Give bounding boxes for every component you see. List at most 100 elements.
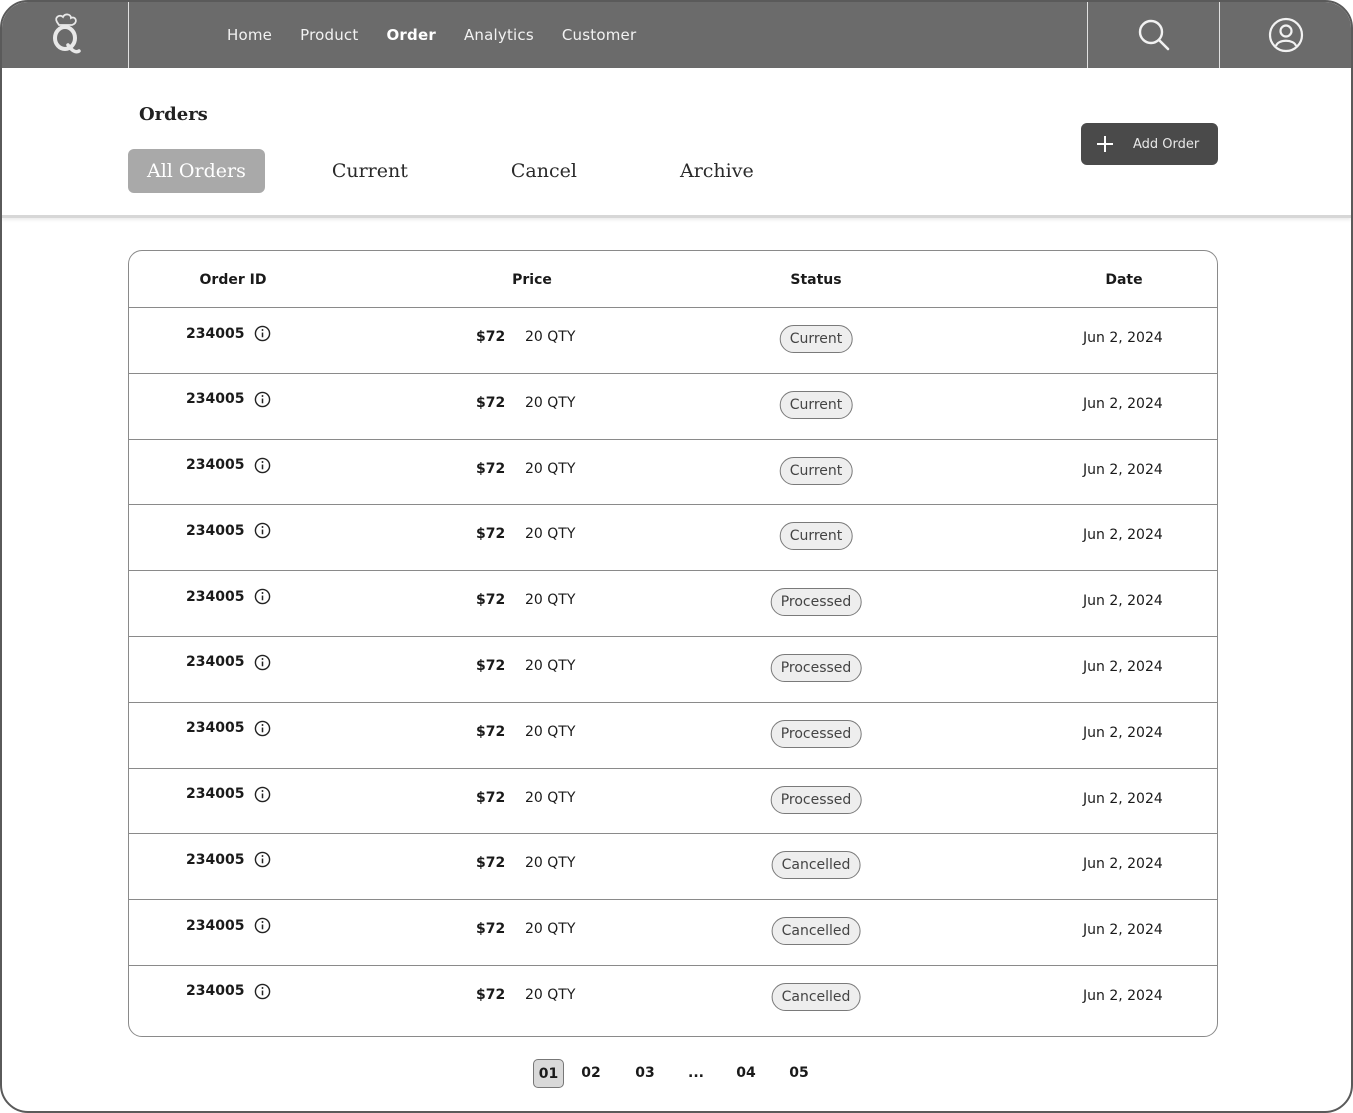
order-id: 234005 [186,391,245,408]
order-date: Jun 2, 2024 [1083,724,1163,741]
status-badge: Processed [770,588,862,617]
order-qty: 20 QTY [525,789,576,806]
table-row[interactable]: 234005 $72 20 QTY Current Jun 2, 2024 [129,374,1217,440]
table-header: Order ID Price Status Date [129,251,1217,308]
orders-table: Order ID Price Status Date 234005 $72 20… [128,250,1218,1037]
order-price: $72 [476,657,506,674]
order-id-cell: 234005 [186,851,271,868]
header-date[interactable]: Date [1105,272,1142,288]
tab-current[interactable]: Current [332,149,408,193]
info-icon[interactable] [254,983,271,1000]
add-order-button[interactable]: Add Order [1081,123,1218,165]
info-icon[interactable] [254,917,271,934]
user-icon [1268,17,1303,53]
tab-cancel[interactable]: Cancel [511,149,577,193]
order-qty: 20 QTY [525,921,576,938]
status-badge: Processed [770,653,862,682]
page-button[interactable]: 04 [720,1059,772,1088]
page-header: Orders All Orders Current Cancel Archive… [2,68,1351,218]
order-date: Jun 2, 2024 [1083,658,1163,675]
order-price: $72 [476,460,506,477]
order-id-cell: 234005 [186,786,271,803]
status-badge: Cancelled [771,982,861,1011]
order-id: 234005 [186,786,245,803]
order-id-cell: 234005 [186,654,271,671]
order-qty: 20 QTY [525,526,576,543]
table-row[interactable]: 234005 $72 20 QTY Processed Jun 2, 2024 [129,637,1217,703]
order-price: $72 [476,526,506,543]
page-button[interactable]: 03 [618,1059,672,1088]
order-date: Jun 2, 2024 [1083,593,1163,610]
status-badge: Cancelled [771,851,861,880]
header-price[interactable]: Price [512,272,552,288]
pagination-ellipsis: ... [688,1065,704,1081]
table-row[interactable]: 234005 $72 20 QTY Processed Jun 2, 2024 [129,571,1217,637]
table-row[interactable]: 234005 $72 20 QTY Cancelled Jun 2, 2024 [129,966,1217,1032]
order-id-cell: 234005 [186,917,271,934]
order-date: Jun 2, 2024 [1083,330,1163,346]
table-body: 234005 $72 20 QTY Current Jun 2, 2024 23… [129,308,1217,1032]
order-id-cell: 234005 [186,457,271,474]
search-icon [1138,19,1169,51]
order-price: $72 [476,921,506,938]
status-badge: Current [779,456,853,485]
order-qty: 20 QTY [525,329,576,345]
info-icon[interactable] [254,654,271,671]
status-badge: Cancelled [771,917,861,946]
order-id: 234005 [186,917,245,934]
order-date: Jun 2, 2024 [1083,987,1163,1004]
order-qty: 20 QTY [525,986,576,1003]
order-price: $72 [476,394,506,411]
order-price: $72 [476,329,506,345]
page-button[interactable]: 02 [564,1059,618,1088]
order-id: 234005 [186,325,245,342]
nav-analytics[interactable]: Analytics [464,26,534,44]
profile-button[interactable] [1219,2,1351,68]
status-badge: Current [779,390,853,419]
info-icon[interactable] [254,720,271,737]
nav-product[interactable]: Product [300,26,358,44]
info-icon[interactable] [254,851,271,868]
search-button[interactable] [1087,2,1219,68]
info-icon[interactable] [254,325,271,342]
table-row[interactable]: 234005 $72 20 QTY Current Jun 2, 2024 [129,308,1217,374]
status-badge: Current [779,522,853,551]
tab-archive[interactable]: Archive [680,149,754,193]
info-icon[interactable] [254,588,271,605]
page-button[interactable]: 05 [772,1059,826,1088]
status-badge: Processed [770,785,862,814]
page-title: Orders [139,104,208,125]
order-price: $72 [476,986,506,1003]
nav-home[interactable]: Home [227,26,272,44]
order-qty: 20 QTY [525,592,576,609]
order-qty: 20 QTY [525,657,576,674]
nav-order[interactable]: Order [386,26,435,44]
tab-all-orders[interactable]: All Orders [128,149,265,193]
order-id: 234005 [186,457,245,474]
order-id-cell: 234005 [186,522,271,539]
order-date: Jun 2, 2024 [1083,395,1163,412]
table-row[interactable]: 234005 $72 20 QTY Cancelled Jun 2, 2024 [129,834,1217,901]
table-row[interactable]: 234005 $72 20 QTY Current Jun 2, 2024 [129,440,1217,506]
header-status[interactable]: Status [790,272,841,288]
table-row[interactable]: 234005 $72 20 QTY Processed Jun 2, 2024 [129,769,1217,835]
order-id-cell: 234005 [186,983,271,1000]
order-qty: 20 QTY [525,855,576,872]
info-icon[interactable] [254,786,271,803]
top-right-actions [1087,2,1351,68]
order-id: 234005 [186,851,245,868]
table-row[interactable]: 234005 $72 20 QTY Processed Jun 2, 2024 [129,703,1217,769]
info-icon[interactable] [254,457,271,474]
table-row[interactable]: 234005 $72 20 QTY Cancelled Jun 2, 2024 [129,900,1217,966]
info-icon[interactable] [254,391,271,408]
order-id-cell: 234005 [186,720,271,737]
info-icon[interactable] [254,522,271,539]
order-qty: 20 QTY [525,394,576,411]
page-button[interactable]: 01 [533,1059,564,1088]
header-order-id[interactable]: Order ID [200,272,267,288]
table-row[interactable]: 234005 $72 20 QTY Current Jun 2, 2024 [129,505,1217,572]
order-id: 234005 [186,983,245,1000]
order-tabs: All Orders Current Cancel Archive [128,149,754,193]
nav-customer[interactable]: Customer [562,26,636,44]
logo[interactable] [2,2,129,68]
